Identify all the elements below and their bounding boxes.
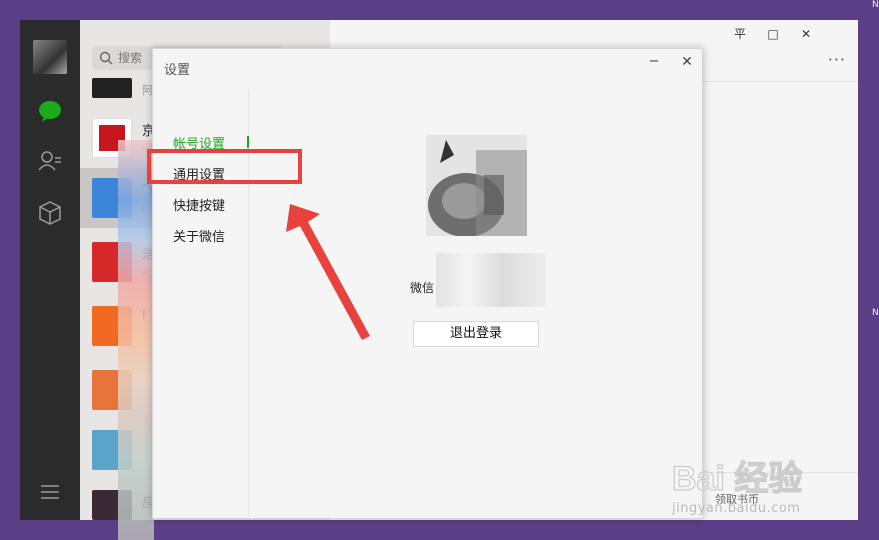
watermark-brand: Bai 经验 [672, 459, 802, 498]
baidu-watermark-logo: Bai 经验 [672, 458, 803, 498]
watermark-url: jingyan.baidu.com [672, 501, 801, 516]
